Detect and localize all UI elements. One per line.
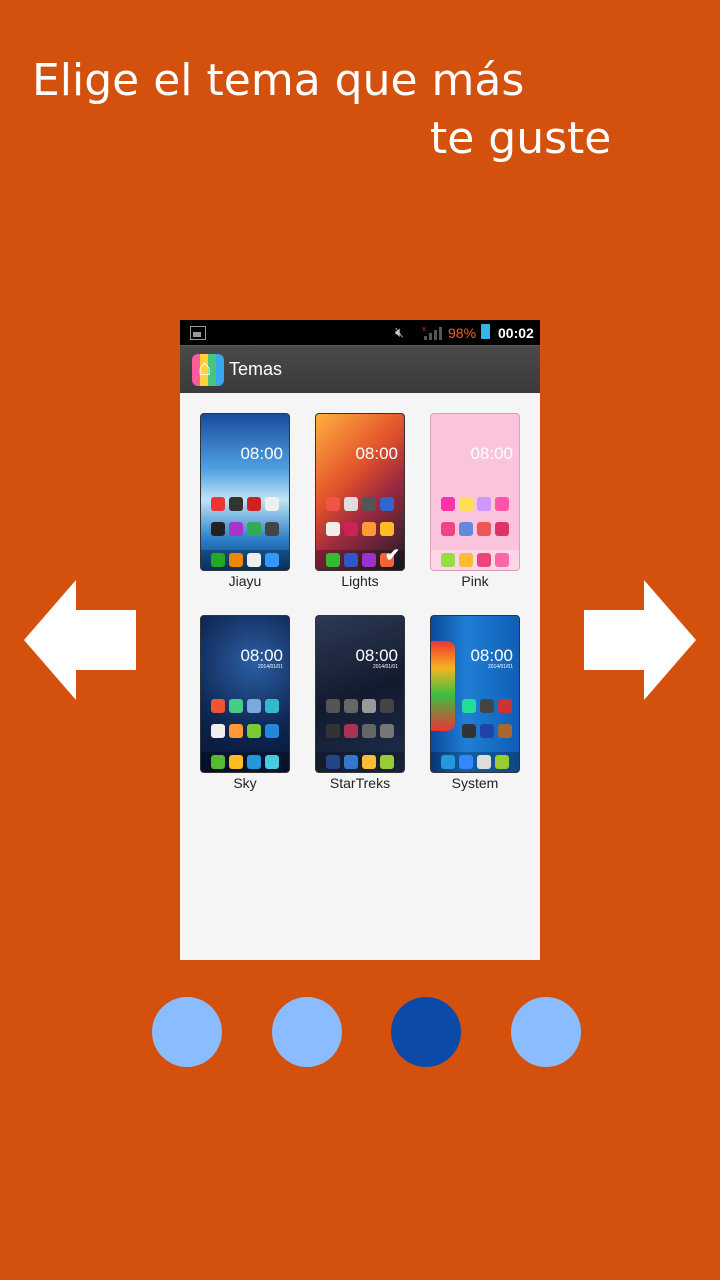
app-title: Temas — [229, 359, 283, 379]
headline-line-1: Elige el tema que más — [32, 55, 525, 106]
preview-dock — [316, 752, 404, 772]
signal-icon: x — [422, 325, 442, 340]
preview-date: 2014/01/01 — [257, 664, 283, 670]
theme-item-startreks[interactable]: 08:00 2014/01/01 StarTreks — [315, 615, 405, 791]
theme-label: Jiayu — [228, 573, 262, 589]
gallery-icon — [190, 326, 206, 340]
theme-preview: 08:00 2014/01/01 — [430, 615, 520, 773]
preview-dock — [201, 550, 289, 570]
headline-line-2: te guste — [430, 113, 612, 164]
page-indicator-dot[interactable] — [272, 997, 342, 1067]
preview-date: 2014/01/01 — [487, 664, 513, 670]
preview-date: 2014/01/01 — [372, 664, 398, 670]
theme-preview: 08:00 — [430, 413, 520, 571]
status-clock: 00:02 — [498, 325, 534, 341]
theme-item-sky[interactable]: 08:00 2014/01/01 Sky — [200, 615, 290, 791]
phone-screenshot: 🔇︎ x 98% 00:02 Temas 08:00 — [180, 320, 540, 960]
theme-preview: 08:00 2014/01/01 — [315, 615, 405, 773]
themes-app-icon — [192, 354, 224, 386]
preview-dock — [201, 752, 289, 772]
theme-label: Lights — [341, 573, 379, 589]
preview-icons — [320, 494, 400, 544]
mute-icon: 🔇︎ — [395, 324, 404, 340]
preview-icons — [435, 494, 515, 544]
preview-time: 08:00 — [240, 444, 283, 463]
preview-time: 08:00 — [355, 646, 398, 665]
preview-time: 08:00 — [355, 444, 398, 463]
theme-item-jiayu[interactable]: 08:00 Jiayu — [200, 413, 290, 589]
page-indicator-dot[interactable] — [511, 997, 581, 1067]
previous-arrow-icon[interactable] — [24, 580, 136, 700]
next-arrow-icon[interactable] — [584, 580, 696, 700]
preview-time: 08:00 — [470, 444, 513, 463]
theme-label: Pink — [461, 573, 489, 589]
preview-time: 08:00 — [470, 646, 513, 665]
battery-icon — [481, 324, 490, 339]
preview-icons — [205, 696, 285, 746]
svg-text:x: x — [422, 325, 426, 333]
theme-label: StarTreks — [329, 775, 391, 791]
theme-label: Sky — [233, 775, 257, 791]
battery-percent: 98% — [448, 325, 477, 341]
status-bar: 🔇︎ x 98% 00:02 — [180, 320, 540, 345]
theme-preview: 08:00 ✔ — [315, 413, 405, 571]
theme-label: System — [451, 775, 499, 791]
theme-preview: 08:00 2014/01/01 — [200, 615, 290, 773]
preview-icons — [457, 696, 517, 746]
selected-check-icon: ✔ — [384, 545, 400, 565]
preview-time: 08:00 — [240, 646, 283, 665]
jelly-bean-image — [431, 641, 455, 731]
preview-icons — [320, 696, 400, 746]
theme-preview: 08:00 — [200, 413, 290, 571]
preview-dock — [431, 752, 519, 772]
app-bar: Temas — [180, 345, 540, 393]
preview-icons — [205, 494, 285, 544]
theme-item-system[interactable]: 08:00 2014/01/01 System — [430, 615, 520, 791]
theme-item-lights[interactable]: 08:00 ✔ Lights — [315, 413, 405, 589]
headline: Elige el tema que más te guste — [32, 52, 632, 168]
preview-dock — [431, 550, 519, 570]
theme-item-pink[interactable]: 08:00 Pink — [430, 413, 520, 589]
page-indicator-dot-active[interactable] — [391, 997, 461, 1067]
page-indicator-dot[interactable] — [152, 997, 222, 1067]
